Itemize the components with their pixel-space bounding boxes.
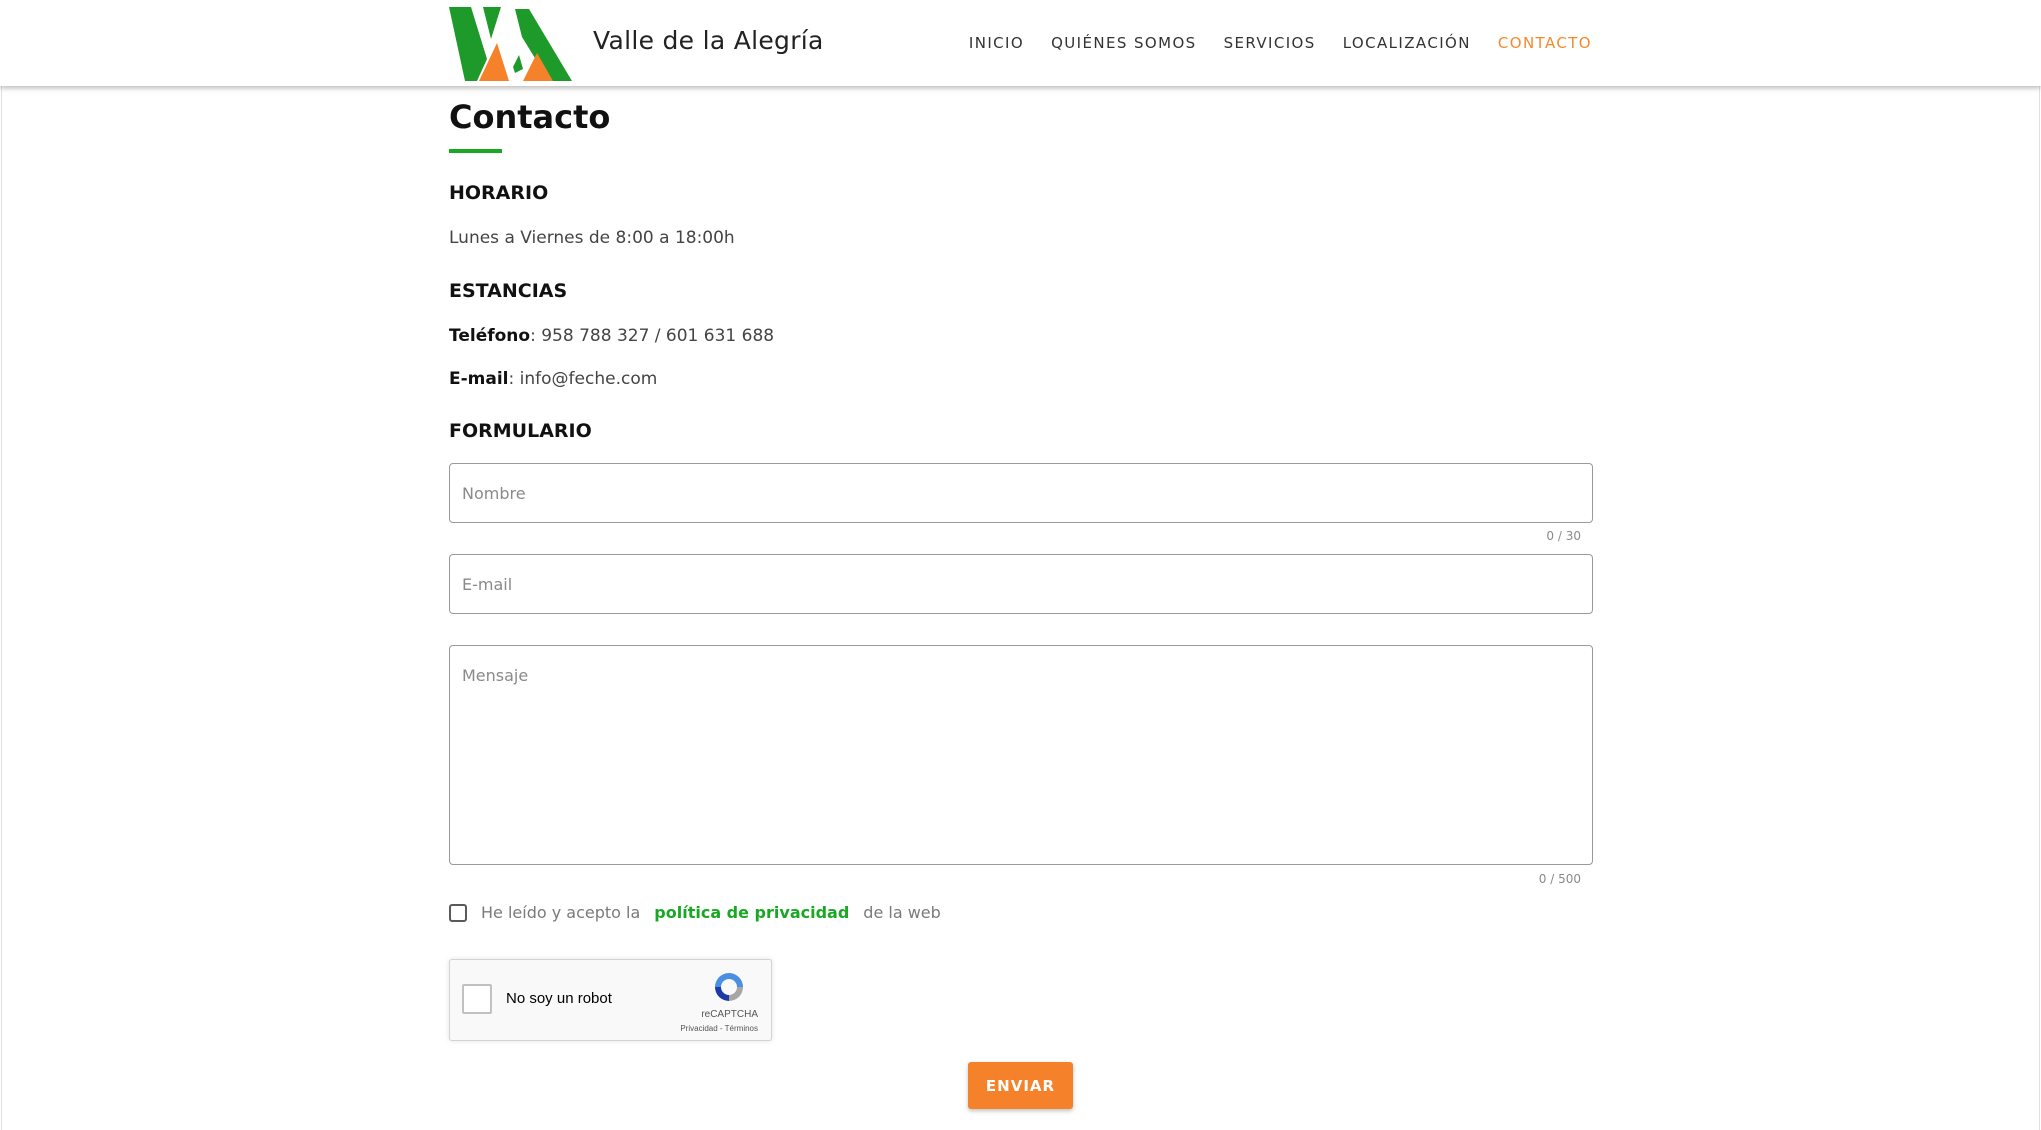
email-value[interactable]: info@feche.com bbox=[520, 369, 658, 389]
email-label: E-mail bbox=[449, 369, 509, 389]
email-line: E-mail: info@feche.com bbox=[449, 369, 658, 389]
submit-button[interactable]: ENVIAR bbox=[968, 1062, 1073, 1109]
privacy-consent: He leído y acepto la política de privaci… bbox=[449, 903, 941, 922]
phone-label: Teléfono bbox=[449, 326, 531, 346]
message-placeholder: Mensaje bbox=[462, 666, 529, 685]
email-placeholder: E-mail bbox=[462, 575, 513, 594]
nav-item-localizacion[interactable]: LOCALIZACIÓN bbox=[1343, 34, 1471, 52]
recaptcha-label: No soy un robot bbox=[506, 990, 612, 1007]
email-field[interactable]: E-mail bbox=[449, 554, 1593, 614]
stays-heading: ESTANCIAS bbox=[449, 280, 568, 302]
nav-item-servicios[interactable]: SERVICIOS bbox=[1224, 34, 1316, 52]
schedule-text: Lunes a Viernes de 8:00 a 18:00h bbox=[449, 228, 735, 248]
title-underline bbox=[449, 149, 502, 153]
recaptcha-brand: reCAPTCHA bbox=[701, 1009, 758, 1020]
name-field[interactable]: Nombre bbox=[449, 463, 1593, 523]
name-placeholder: Nombre bbox=[462, 484, 526, 503]
phone-value: 958 788 327 / 601 631 688 bbox=[541, 326, 775, 346]
message-field[interactable]: Mensaje bbox=[449, 645, 1593, 865]
brand-name[interactable]: Valle de la Alegría bbox=[593, 26, 824, 55]
form-heading: FORMULARIO bbox=[449, 420, 592, 442]
recaptcha-widget: No soy un robot reCAPTCHA Privacidad - T… bbox=[449, 959, 772, 1041]
message-char-counter: 0 / 500 bbox=[1538, 872, 1581, 886]
nav-item-inicio[interactable]: INICIO bbox=[969, 34, 1024, 52]
recaptcha-links[interactable]: Privacidad - Términos bbox=[680, 1024, 758, 1033]
consent-prefix: He leído y acepto la bbox=[481, 903, 641, 922]
site-header: Valle de la Alegría INICIO QUIÉNES SOMOS… bbox=[0, 0, 2041, 86]
nav-item-contacto[interactable]: CONTACTO bbox=[1498, 34, 1592, 52]
main-nav: INICIO QUIÉNES SOMOS SERVICIOS LOCALIZAC… bbox=[969, 34, 1592, 52]
page-title: Contacto bbox=[449, 98, 611, 136]
nav-item-quienes-somos[interactable]: QUIÉNES SOMOS bbox=[1051, 34, 1196, 52]
logo-icon[interactable] bbox=[449, 7, 572, 81]
recaptcha-logo-icon bbox=[715, 973, 743, 1001]
schedule-heading: HORARIO bbox=[449, 182, 549, 204]
privacy-checkbox[interactable] bbox=[449, 903, 467, 922]
phone-line: Teléfono: 958 788 327 / 601 631 688 bbox=[449, 326, 775, 346]
name-char-counter: 0 / 30 bbox=[1546, 529, 1581, 543]
recaptcha-checkbox[interactable] bbox=[462, 984, 492, 1014]
privacy-policy-link[interactable]: política de privacidad bbox=[654, 903, 849, 922]
consent-suffix: de la web bbox=[863, 903, 941, 922]
